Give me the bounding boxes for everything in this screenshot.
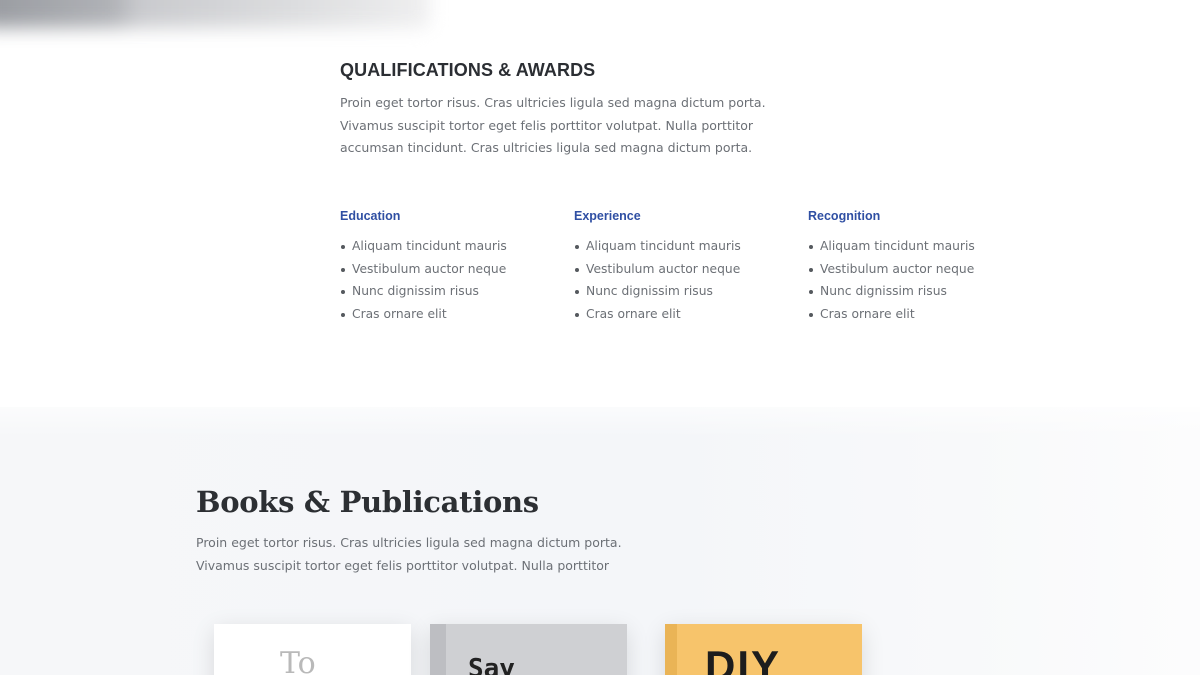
qualification-columns: Education Aliquam tincidunt mauris Vesti… bbox=[340, 208, 1042, 325]
list-item: Cras ornare elit bbox=[340, 303, 574, 326]
list-item: Nunc dignissim risus bbox=[340, 280, 574, 303]
column-title: Recognition bbox=[808, 209, 881, 223]
qualifications-description: Proin eget tortor risus. Cras ultricies … bbox=[340, 95, 766, 156]
list-item: Aliquam tincidunt mauris bbox=[340, 235, 574, 258]
list-item: Nunc dignissim risus bbox=[808, 280, 1042, 303]
list-item: Aliquam tincidunt mauris bbox=[808, 235, 1042, 258]
list-item: Aliquam tincidunt mauris bbox=[574, 235, 808, 258]
column-recognition: Recognition Aliquam tincidunt mauris Ves… bbox=[808, 208, 1042, 325]
blurred-header-image bbox=[0, 0, 430, 28]
column-list: Aliquam tincidunt mauris Vestibulum auct… bbox=[340, 235, 574, 325]
list-item: Vestibulum auctor neque bbox=[340, 258, 574, 281]
book-cover-title: To bbox=[280, 646, 316, 675]
book-cover[interactable]: Say bbox=[430, 624, 627, 675]
list-item: Vestibulum auctor neque bbox=[808, 258, 1042, 281]
column-list: Aliquam tincidunt mauris Vestibulum auct… bbox=[808, 235, 1042, 325]
page: QUALIFICATIONS & AWARDS Proin eget torto… bbox=[0, 0, 1200, 675]
list-item: Vestibulum auctor neque bbox=[574, 258, 808, 281]
book-cover-title: Say bbox=[468, 654, 515, 675]
list-item: Cras ornare elit bbox=[808, 303, 1042, 326]
qualifications-title: QUALIFICATIONS & AWARDS bbox=[340, 60, 596, 80]
books-section: Books & Publications Proin eget tortor r… bbox=[196, 482, 896, 577]
column-title: Education bbox=[340, 209, 401, 223]
list-item: Cras ornare elit bbox=[574, 303, 808, 326]
column-list: Aliquam tincidunt mauris Vestibulum auct… bbox=[574, 235, 808, 325]
book-cover-title: DIY bbox=[705, 642, 782, 675]
books-title: Books & Publications bbox=[196, 485, 539, 519]
books-description: Proin eget tortor risus. Cras ultricies … bbox=[196, 535, 622, 573]
column-experience: Experience Aliquam tincidunt mauris Vest… bbox=[574, 208, 808, 325]
book-covers: To Say DIY bbox=[0, 624, 1200, 675]
book-cover[interactable]: To bbox=[214, 624, 411, 675]
qualifications-section: QUALIFICATIONS & AWARDS Proin eget torto… bbox=[340, 58, 1100, 321]
column-education: Education Aliquam tincidunt mauris Vesti… bbox=[340, 208, 574, 325]
list-item: Nunc dignissim risus bbox=[574, 280, 808, 303]
column-title: Experience bbox=[574, 209, 641, 223]
book-cover[interactable]: DIY bbox=[665, 624, 862, 675]
